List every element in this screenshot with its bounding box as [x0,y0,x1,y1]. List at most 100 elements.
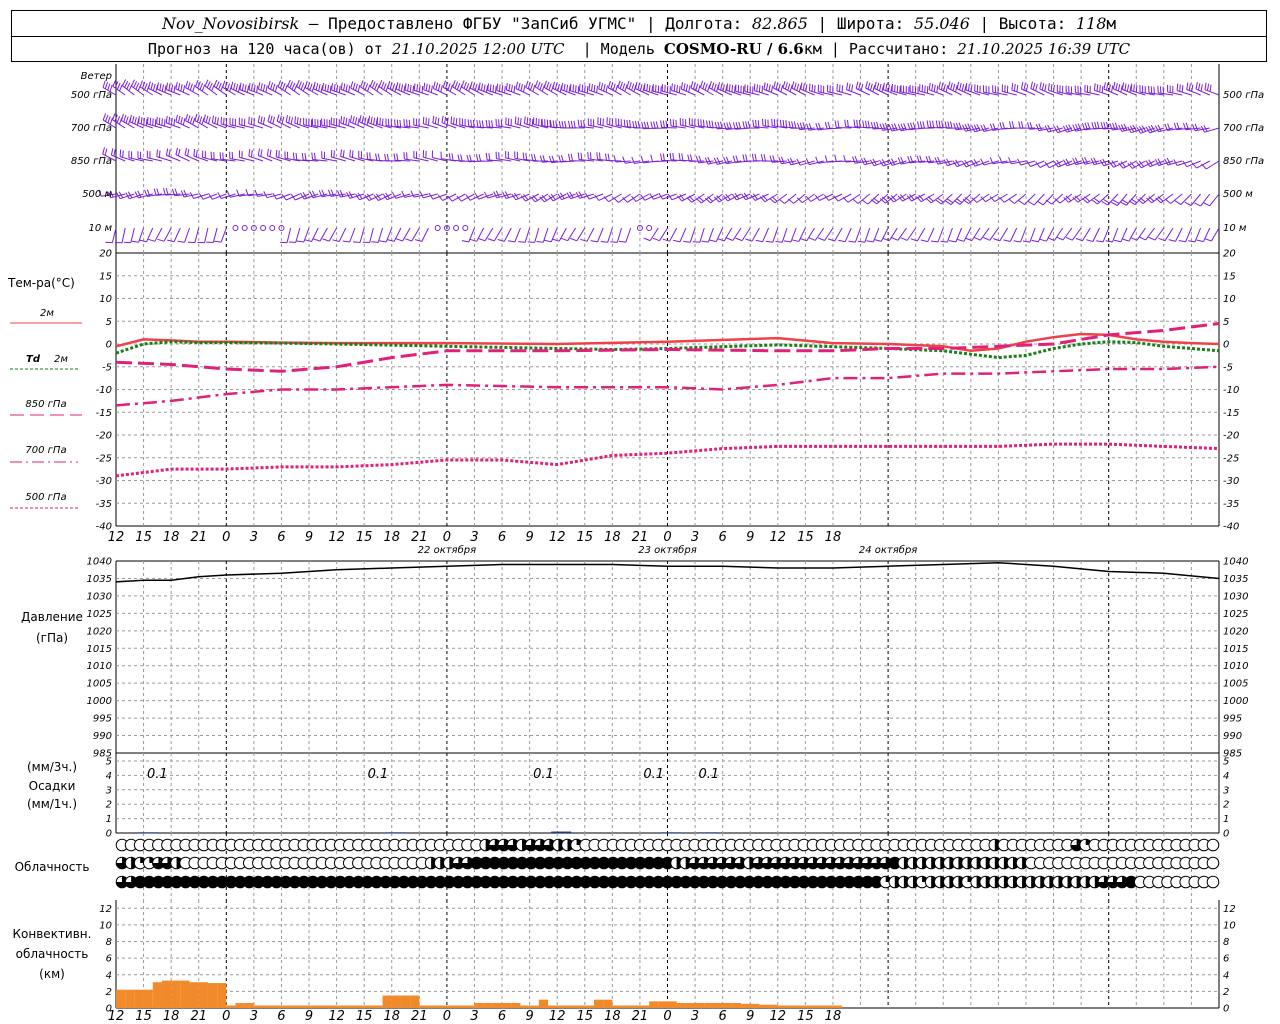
wind-barb-feather [489,84,492,92]
wind-barb-feather [943,84,946,92]
wind-barb-feather [272,83,276,91]
wind-barb-feather [180,84,183,92]
wind-barb-feather [1120,124,1125,132]
wind-barb-feather [289,81,294,89]
wind-barb-shaft [377,227,384,243]
wind-barb-shaft [586,227,595,242]
wind-barb-feather [618,240,626,243]
wind-barb-feather [361,116,364,124]
wind-barb-feather [248,82,251,90]
wind-barb-feather [1105,240,1113,243]
wind-barb-feather [917,121,920,129]
wind-barb-feather [158,150,161,158]
wind-barb-feather [309,83,313,91]
wind-barb-feather [282,83,286,90]
x-tick-label-bottom: 6 [719,1009,727,1024]
wind-barb-feather [491,120,493,128]
wind-barb-feather [104,82,108,89]
wind-barb-feather [852,156,856,164]
wind-barb-feather [1117,84,1121,92]
wind-barb-feather [408,119,411,127]
wind-barb-feather [298,81,302,89]
precip-1h-label: (мм/1ч.) [27,797,77,811]
y-tick-right: 8 [1223,937,1229,948]
wind-barb-feather [447,83,451,91]
wind-barb-feather [617,80,621,88]
wind-barb-feather [211,115,214,123]
wind-barb-feather [650,154,653,162]
wind-barb-feather [891,237,899,241]
y-tick-right: -35 [1223,499,1239,510]
wind-barb-feather [662,153,665,161]
y-tick-right: -30 [1223,476,1239,487]
wind-barb-feather [599,152,601,160]
wind-barb-feather [970,84,973,92]
wind-barb-feather [112,113,116,121]
wind-barb-feather [1179,84,1181,92]
y-tick-left: 1 [106,814,112,825]
wind-barb-feather [112,79,117,87]
wind-barb-shaft [411,227,420,242]
wind-barb-feather [922,121,925,129]
wind-barb-feather [758,85,761,93]
wind-barb-feather [896,85,899,93]
wind-barb-feather [452,80,456,87]
wind-barb-feather [753,83,756,91]
wind-barb-feather [622,156,626,164]
wind-barb-feather [465,83,470,91]
wind-barb-feather [281,116,285,124]
wind-barb-feather [336,84,339,92]
conv-bar [492,1003,503,1008]
wind-barb-feather [295,152,298,160]
wind-barb-feather [260,116,263,124]
wind-barb-feather [742,154,745,162]
wind-barb-shaft [286,227,292,243]
precip-3h-label: (мм/3ч.) [27,760,77,774]
wind-barb-feather [518,82,521,90]
wind-level-left: 850 гПа [71,156,112,167]
wind-barb-feather [782,119,785,127]
wind-barb-shaft [1112,227,1119,243]
wind-barb-feather [869,83,873,91]
wind-barb-feather [695,83,699,91]
wind-barb-feather [355,83,358,91]
wind-barb-feather [1112,81,1116,89]
wind-barb-feather [615,84,619,92]
wind-barb-feather [1044,84,1047,92]
wind-barb-feather [161,118,163,126]
wind-barb-shaft [338,227,347,242]
wind-barb-shaft [1210,227,1220,242]
conv-bar [428,1005,438,1008]
wind-barb-feather [195,149,198,157]
wind-barb-feather [824,121,828,130]
y-tick-right: 2 [1223,800,1229,811]
wind-barb-shaft [421,227,429,242]
wind-barb-feather [742,121,745,129]
wind-barb-feather [428,118,430,126]
wind-calm [434,225,441,231]
wind-barb-feather [404,83,407,91]
wind-barb-feather [899,86,901,94]
wind-barb-feather [124,80,129,88]
wind-barb-feather [370,116,373,124]
wind-barb-feather [681,153,684,161]
wind-barb-feather [697,118,700,126]
wind-barb-feather [393,153,396,161]
wind-barb-shaft [1020,227,1027,243]
conv-bar [364,1005,374,1008]
wind-barb-feather [342,240,350,243]
wind-barb-feather [1048,83,1050,91]
x-tick-label: 18 [604,530,621,545]
wind-barb-feather [413,83,416,91]
wind-barb-feather [139,80,143,88]
wind-barb-feather [1122,238,1130,242]
wind-barb-feather [470,119,472,127]
wind-barb-feather [195,79,199,87]
y-tick-left: 1005 [87,679,112,690]
wind-barb-feather [675,119,677,127]
conv-bar [695,1003,705,1008]
wind-barb-feather [760,154,764,162]
wind-barb-feather [1111,85,1114,93]
wind-barb-feather [564,120,567,129]
wind-barb-feather [367,84,371,92]
